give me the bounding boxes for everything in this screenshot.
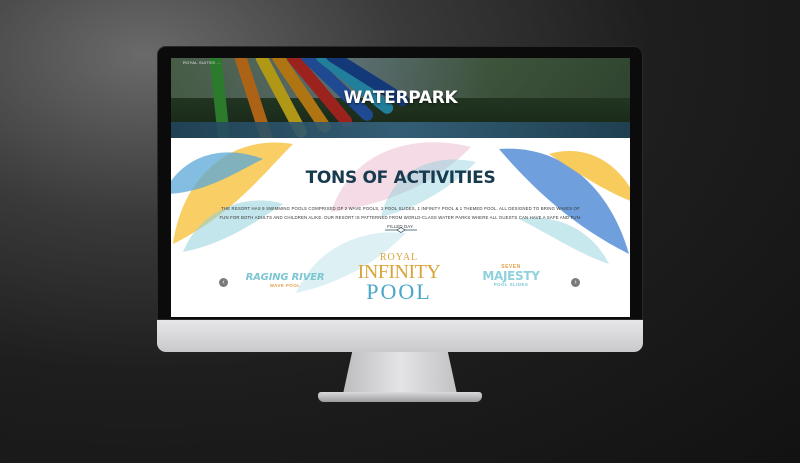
monitor-neck: [343, 352, 457, 394]
screen: ROYAL SUITES ... WATERPARK TONS OF ACTIV…: [171, 58, 630, 317]
hero-banner: ROYAL SUITES ... WATERPARK: [171, 58, 630, 138]
logo-royal-infinity-sub: POOL: [366, 279, 432, 304]
chevron-left-icon: ‹: [222, 279, 225, 286]
logo-seven-majesty-name: MAJESTY: [482, 269, 540, 283]
monitor-chin: [157, 320, 643, 352]
ornament-divider-icon: [385, 227, 417, 233]
carousel-prev-button[interactable]: ‹: [219, 278, 228, 287]
logo-raging-river[interactable]: RAGING RIVER WAVE POOL: [245, 272, 325, 288]
monitor: ROYAL SUITES ... WATERPARK TONS OF ACTIV…: [157, 46, 643, 352]
logo-seven-majesty[interactable]: SEVEN MAJESTY POOL SLIDES: [471, 264, 551, 287]
logo-raging-river-sub: WAVE POOL: [269, 283, 301, 288]
carousel-next-button[interactable]: ›: [571, 278, 580, 287]
page-title: WATERPARK: [343, 88, 458, 108]
monitor-base: [318, 392, 482, 402]
logo-raging-river-name: RAGING RIVER: [245, 272, 325, 283]
top-nav[interactable]: ROYAL SUITES ...: [183, 60, 221, 65]
tropical-leaf-decoration-left: [171, 142, 293, 252]
logo-royal-infinity[interactable]: ROYAL INFINITY POOL: [339, 253, 459, 304]
tropical-leaf-decoration-right: [499, 148, 630, 264]
section-title: TONS OF ACTIVITIES: [305, 168, 496, 188]
chevron-right-icon: ›: [574, 279, 577, 286]
activities-section: TONS OF ACTIVITIES THE RESORT HAS 9 SWIM…: [171, 138, 630, 317]
